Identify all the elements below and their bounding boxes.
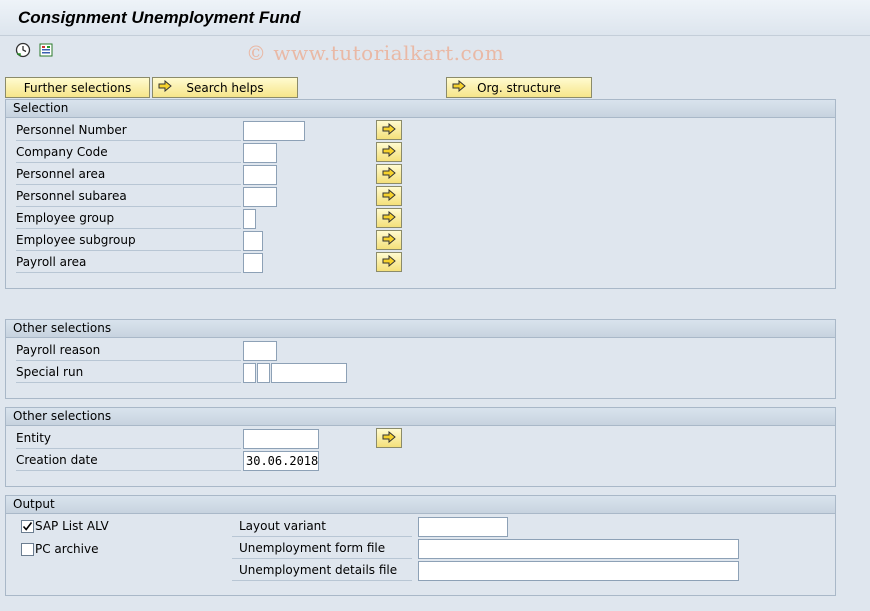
personnel-number-input[interactable] — [243, 121, 305, 141]
other-selections-title: Other selections — [6, 320, 835, 338]
arrow-right-icon — [382, 233, 396, 248]
multiple-selection-button[interactable] — [376, 428, 402, 448]
arrow-right-icon — [382, 255, 396, 270]
personnel-number-label: Personnel Number — [16, 120, 241, 141]
unemployment-details-file-input[interactable] — [418, 561, 739, 581]
multiple-selection-button[interactable] — [376, 164, 402, 184]
creation-date-label: Creation date — [16, 450, 241, 471]
sap-list-alv-checkbox[interactable] — [21, 520, 34, 533]
layout-variant-label: Layout variant — [232, 516, 412, 537]
entity-label: Entity — [16, 428, 241, 449]
payroll-reason-input[interactable] — [243, 341, 277, 361]
payroll-reason-label: Payroll reason — [16, 340, 241, 361]
special-run-type-input[interactable] — [243, 363, 256, 383]
personnel-area-input[interactable] — [243, 165, 277, 185]
company-code-label: Company Code — [16, 142, 241, 163]
arrow-right-icon — [158, 80, 172, 95]
arrow-right-icon — [382, 189, 396, 204]
special-run-label: Special run — [16, 362, 241, 383]
further-selections-label: Further selections — [23, 80, 132, 95]
org-structure-button[interactable]: Org. structure — [446, 77, 592, 98]
org-structure-label: Org. structure — [477, 80, 561, 95]
personnel-area-label: Personnel area — [16, 164, 241, 185]
application-toolbar: © www.tutorialkart.com — [0, 36, 870, 66]
multiple-selection-button[interactable] — [376, 186, 402, 206]
special-run-identifier-input[interactable] — [271, 363, 347, 383]
other-selections-title: Other selections — [6, 408, 835, 426]
selection-group-title: Selection — [6, 100, 835, 118]
arrow-right-icon — [382, 431, 396, 446]
arrow-right-icon — [382, 167, 396, 182]
pc-archive-checkbox[interactable] — [21, 543, 34, 556]
multiple-selection-button[interactable] — [376, 208, 402, 228]
special-run-flag-input[interactable] — [257, 363, 270, 383]
employee-subgroup-input[interactable] — [243, 231, 263, 251]
employee-subgroup-label: Employee subgroup — [16, 230, 241, 251]
title-bar: Consignment Unemployment Fund — [0, 0, 870, 36]
multiple-selection-button[interactable] — [376, 120, 402, 140]
execute-clock-icon[interactable] — [15, 42, 31, 58]
personnel-subarea-input[interactable] — [243, 187, 277, 207]
company-code-input[interactable] — [243, 143, 277, 163]
layout-variant-input[interactable] — [418, 517, 508, 537]
payroll-area-input[interactable] — [243, 253, 263, 273]
creation-date-input[interactable]: 30.06.2018 — [243, 451, 319, 471]
arrow-right-icon — [382, 145, 396, 160]
multiple-selection-button[interactable] — [376, 252, 402, 272]
entity-input[interactable] — [243, 429, 319, 449]
search-helps-button[interactable]: Search helps — [152, 77, 298, 98]
sap-list-alv-label: SAP List ALV — [35, 519, 109, 533]
output-group-title: Output — [6, 496, 835, 514]
unemployment-form-file-label: Unemployment form file — [232, 538, 412, 559]
search-helps-label: Search helps — [186, 80, 264, 95]
arrow-right-icon — [452, 80, 466, 95]
pc-archive-label: PC archive — [35, 542, 99, 556]
multiple-selection-button[interactable] — [376, 230, 402, 250]
checkmark-icon — [22, 522, 33, 531]
watermark-text: © www.tutorialkart.com — [246, 41, 505, 65]
multiple-selection-button[interactable] — [376, 142, 402, 162]
employee-group-input[interactable] — [243, 209, 256, 229]
get-variant-icon[interactable] — [38, 42, 54, 58]
arrow-right-icon — [382, 211, 396, 226]
page-title: Consignment Unemployment Fund — [18, 8, 301, 27]
employee-group-label: Employee group — [16, 208, 241, 229]
arrow-right-icon — [382, 123, 396, 138]
unemployment-details-file-label: Unemployment details file — [232, 560, 412, 581]
further-selections-button[interactable]: Further selections — [5, 77, 150, 98]
unemployment-form-file-input[interactable] — [418, 539, 739, 559]
payroll-area-label: Payroll area — [16, 252, 241, 273]
personnel-subarea-label: Personnel subarea — [16, 186, 241, 207]
